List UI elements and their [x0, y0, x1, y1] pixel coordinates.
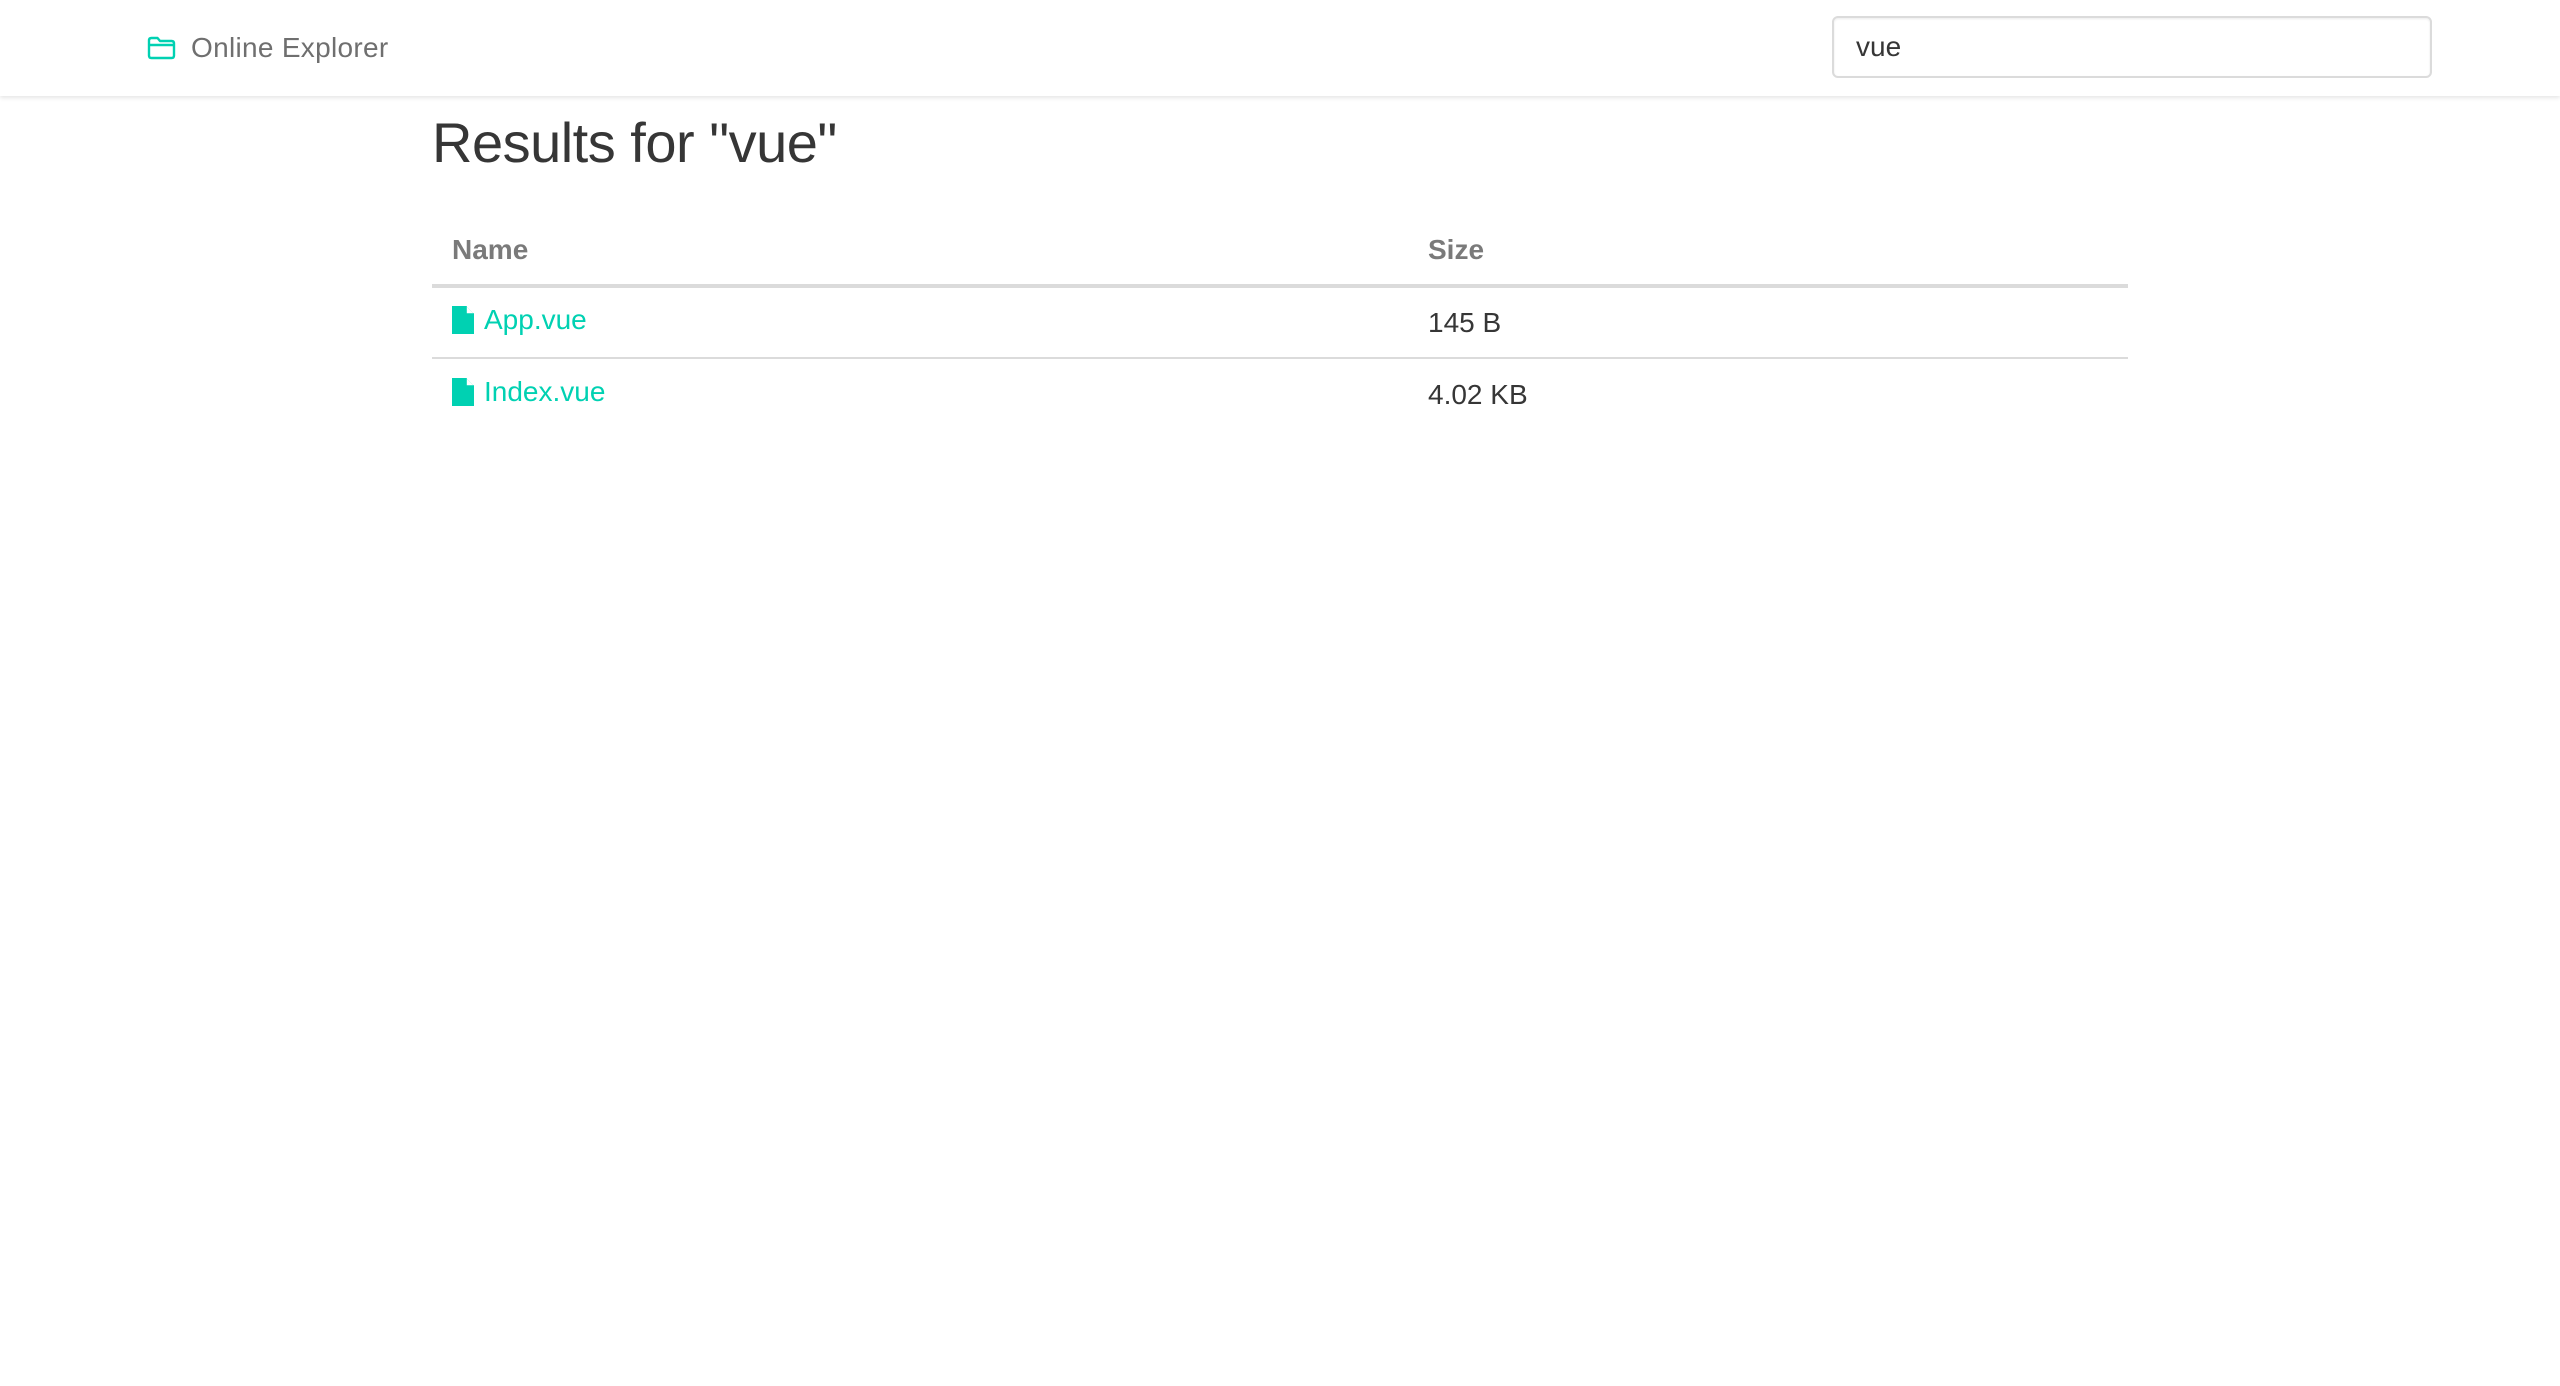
file-icon	[452, 306, 474, 334]
navbar: Online Explorer	[0, 0, 2560, 96]
folder-open-icon	[147, 35, 176, 61]
file-icon	[452, 378, 474, 406]
search-container	[1832, 16, 2432, 78]
column-header-name[interactable]: Name	[432, 216, 1408, 288]
file-name: Index.vue	[484, 376, 606, 407]
brand-link[interactable]: Online Explorer	[147, 27, 388, 69]
file-name: App.vue	[484, 304, 587, 335]
table-body: App.vue 145 B Index.vue 4.02 KB	[432, 286, 2128, 430]
column-header-size[interactable]: Size	[1408, 216, 2128, 288]
results-table: Name Size App.vue 145 B Index.vue 4.02 K…	[432, 216, 2128, 430]
file-link-index-vue[interactable]: Index.vue	[452, 376, 605, 408]
table-header: Name Size	[432, 216, 2128, 288]
table-row: Index.vue 4.02 KB	[432, 358, 2128, 430]
cell-name: Index.vue	[432, 358, 1408, 430]
table-row: App.vue 145 B	[432, 286, 2128, 359]
header-row: Name Size	[432, 216, 2128, 288]
cell-size: 145 B	[1408, 286, 2128, 359]
page-title: Results for "vue"	[432, 111, 837, 174]
search-input[interactable]	[1832, 16, 2432, 78]
cell-name: App.vue	[432, 286, 1408, 359]
cell-size: 4.02 KB	[1428, 378, 1528, 410]
brand-title: Online Explorer	[191, 32, 389, 63]
file-link-app-vue[interactable]: App.vue	[452, 304, 587, 336]
